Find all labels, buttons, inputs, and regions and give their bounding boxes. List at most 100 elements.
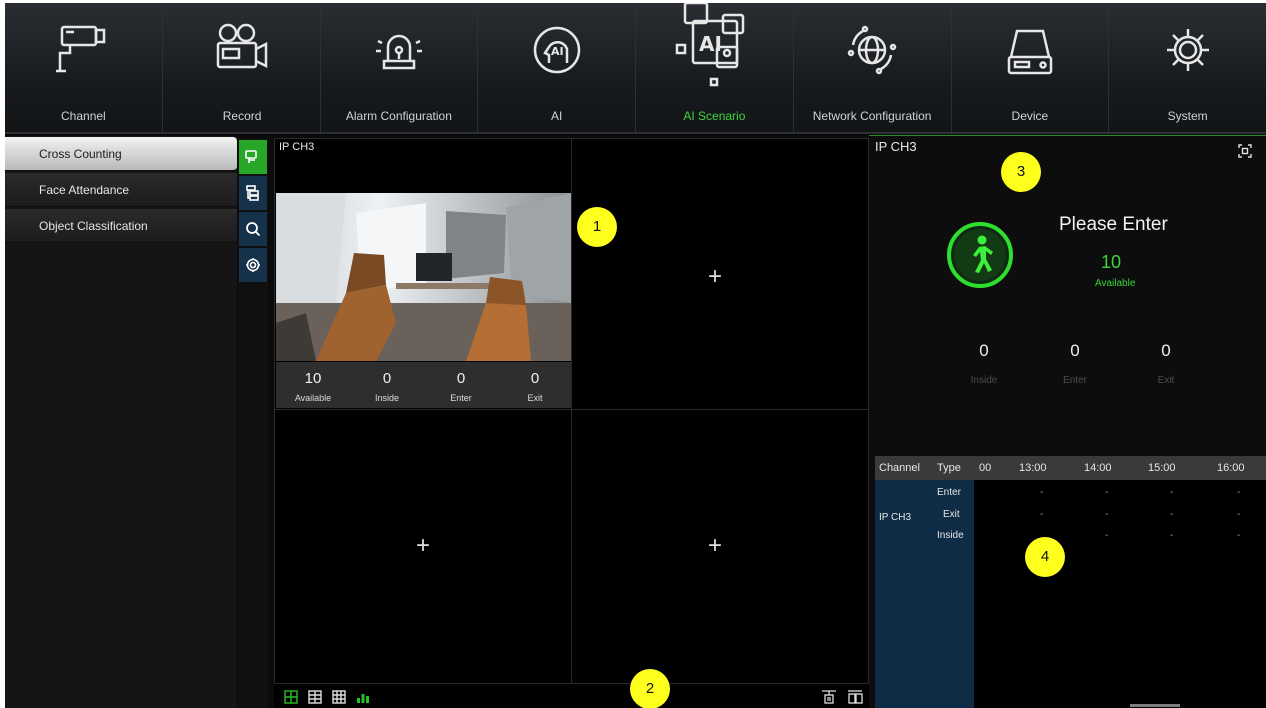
type-cell: Inside bbox=[937, 530, 964, 541]
nav-item-network-configuration[interactable]: Network Configuration bbox=[794, 3, 952, 132]
preview-cell-1[interactable]: IP CH3 10 Available 0 Inside 0 Enter 0 E… bbox=[274, 138, 572, 410]
nav-label: AI Scenario bbox=[683, 109, 746, 123]
settings-tool-button[interactable] bbox=[239, 248, 267, 282]
stat-value: 0 bbox=[979, 341, 989, 360]
panel-title: IP CH3 bbox=[875, 139, 917, 154]
stat-value: 0 bbox=[382, 370, 392, 387]
video-frame bbox=[276, 193, 572, 361]
stat-label: Inside bbox=[970, 375, 998, 386]
cross-counting-tool-button[interactable] bbox=[239, 140, 267, 174]
nav-label: System bbox=[1167, 109, 1208, 123]
panel-stat-exit: 0 Exit bbox=[1136, 341, 1196, 386]
stat-value: 0 bbox=[530, 370, 540, 387]
column-header: 15:00 bbox=[1148, 462, 1176, 474]
fullscreen-icon[interactable] bbox=[1238, 144, 1252, 158]
camera-video-feed bbox=[276, 193, 572, 361]
add-channel-plus[interactable]: + bbox=[708, 532, 722, 560]
preview-cell-4[interactable]: + bbox=[571, 409, 869, 684]
table-cell: - bbox=[1105, 487, 1109, 498]
camera-icon bbox=[56, 25, 106, 73]
menu-item-cross-counting[interactable]: Cross Counting bbox=[5, 137, 237, 171]
stat-exit: 0 Exit bbox=[498, 362, 572, 408]
stat-value: 0 bbox=[1161, 341, 1171, 360]
channel-list-tool-button[interactable] bbox=[239, 176, 267, 210]
layout-3x3-icon[interactable] bbox=[308, 690, 322, 704]
panel-stat-enter: 0 Enter bbox=[1045, 341, 1105, 386]
preview-grid-area: IP CH3 10 Available 0 Inside 0 Enter 0 E… bbox=[274, 138, 869, 708]
type-cell: Enter bbox=[937, 487, 961, 498]
statistics-chart-icon[interactable] bbox=[356, 690, 370, 704]
table-cell: - bbox=[1105, 530, 1109, 541]
stat-label: Enter bbox=[1063, 375, 1087, 386]
stat-label: Available bbox=[294, 393, 332, 403]
hard-disk-icon bbox=[1007, 29, 1053, 75]
nav-item-ai[interactable]: AI AI bbox=[478, 3, 636, 132]
table-horizontal-scrollbar[interactable] bbox=[975, 702, 1266, 708]
settings-icon bbox=[246, 258, 260, 272]
layout-2x2-icon[interactable] bbox=[284, 690, 298, 704]
column-header: 00 bbox=[979, 462, 992, 474]
cross-counting-icon bbox=[245, 150, 257, 163]
column-header: Type bbox=[937, 462, 961, 474]
callout-4: 4 bbox=[1025, 537, 1065, 577]
stat-enter: 0 Enter bbox=[424, 362, 498, 408]
menu-item-object-classification[interactable]: Object Classification bbox=[5, 209, 237, 243]
nav-label: Record bbox=[222, 109, 262, 123]
add-channel-plus[interactable]: + bbox=[416, 532, 430, 560]
preview-cell-3[interactable]: + bbox=[274, 409, 572, 684]
stat-value: 10 bbox=[304, 370, 322, 387]
reset-count-icon[interactable] bbox=[820, 687, 838, 705]
channel-label: IP CH3 bbox=[279, 141, 315, 153]
nav-item-alarm-configuration[interactable]: Alarm Configuration bbox=[321, 3, 479, 132]
nav-label: Channel bbox=[61, 109, 106, 123]
preview-cell-2[interactable]: + bbox=[571, 138, 869, 410]
callout-2: 2 bbox=[630, 669, 670, 708]
type-cell: Exit bbox=[943, 509, 960, 520]
globe-icon bbox=[847, 25, 897, 75]
table-cell: - bbox=[1237, 509, 1241, 520]
available-count: 10 bbox=[1101, 252, 1122, 272]
entry-message: Please Enter bbox=[1059, 214, 1168, 235]
left-menu: Cross Counting Face Attendance Object Cl… bbox=[5, 136, 237, 708]
hourly-count-table: Channel Type 00 13:00 14:00 15:00 16:00 … bbox=[875, 456, 1266, 708]
layout-toolbar bbox=[274, 684, 869, 708]
nav-label: AI bbox=[550, 109, 563, 123]
stat-label: Enter bbox=[450, 393, 472, 403]
table-cell: - bbox=[1237, 487, 1241, 498]
nvr-app-window: Channel Record Alarm Configuration AI AI bbox=[5, 3, 1266, 708]
stat-label: Exit bbox=[1157, 375, 1175, 386]
search-icon bbox=[246, 222, 261, 237]
nav-item-ai-scenario[interactable]: AI AI Scenario bbox=[636, 3, 794, 132]
stat-label: Exit bbox=[527, 393, 543, 403]
scrollbar-thumb[interactable] bbox=[1130, 704, 1180, 707]
column-header: 13:00 bbox=[1019, 462, 1047, 474]
ai-head-icon: AI bbox=[533, 26, 580, 74]
nav-item-channel[interactable]: Channel bbox=[5, 3, 163, 132]
table-cell: - bbox=[1105, 509, 1109, 520]
table-cell: - bbox=[1170, 487, 1174, 498]
nav-item-device[interactable]: Device bbox=[952, 3, 1110, 132]
svg-text:AI: AI bbox=[551, 45, 564, 58]
counting-stats-bar: 10 Available 0 Inside 0 Enter 0 Exit bbox=[276, 362, 572, 408]
menu-item-face-attendance[interactable]: Face Attendance bbox=[5, 173, 237, 207]
panel-stat-inside: 0 Inside bbox=[954, 341, 1014, 386]
table-header: Channel Type 00 13:00 14:00 15:00 16:00 bbox=[875, 456, 1266, 480]
column-header: Channel bbox=[879, 462, 920, 474]
search-tool-button[interactable] bbox=[239, 212, 267, 246]
layout-4x4-icon[interactable] bbox=[332, 690, 346, 704]
add-channel-plus[interactable]: + bbox=[708, 263, 722, 291]
column-header: 14:00 bbox=[1084, 462, 1112, 474]
reset-all-count-icon[interactable] bbox=[846, 687, 864, 705]
nav-item-record[interactable]: Record bbox=[163, 3, 321, 132]
stat-available: 10 Available bbox=[276, 362, 350, 408]
nav-label: Network Configuration bbox=[812, 109, 932, 123]
stat-value: 0 bbox=[456, 370, 466, 387]
channel-list-icon bbox=[246, 185, 259, 201]
svg-text:AI: AI bbox=[699, 32, 722, 56]
nav-item-system[interactable]: System bbox=[1109, 3, 1266, 132]
stat-inside: 0 Inside bbox=[350, 362, 424, 408]
top-navigation-bar: Channel Record Alarm Configuration AI AI bbox=[5, 3, 1266, 134]
available-label: Available bbox=[1095, 278, 1136, 289]
nav-label: Alarm Configuration bbox=[345, 109, 452, 123]
table-cell: - bbox=[1170, 509, 1174, 520]
